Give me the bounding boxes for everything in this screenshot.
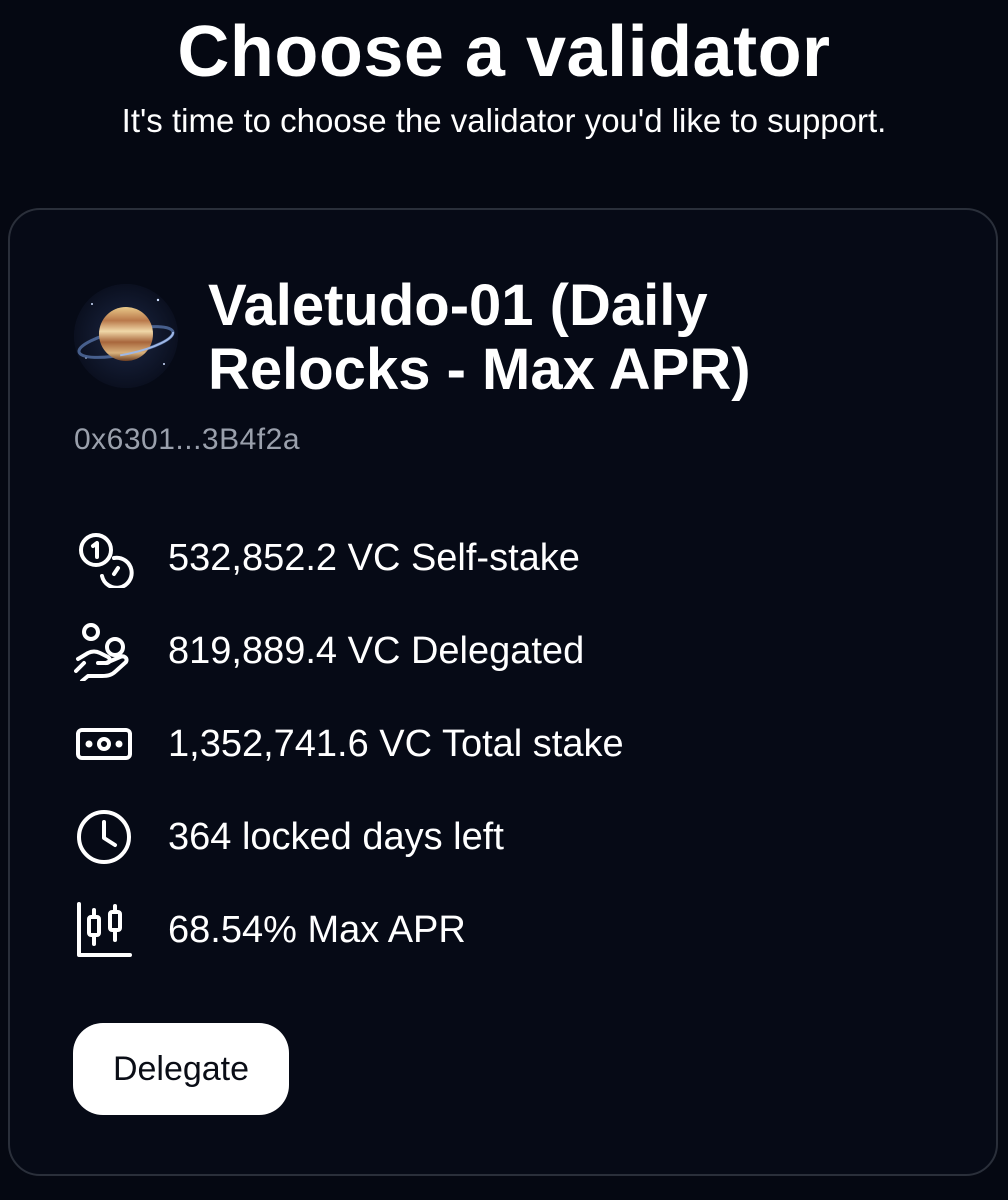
hand-coins-icon xyxy=(74,621,134,681)
choose-validator-page: Choose a validator It's time to choose t… xyxy=(0,0,1008,1200)
validator-name: Valetudo-01 (Daily Relocks - Max APR) xyxy=(208,273,751,402)
stat-max-apr: 68.54% Max APR xyxy=(74,900,466,960)
candlestick-chart-icon xyxy=(74,900,134,960)
stat-label: 68.54% Max APR xyxy=(168,909,466,951)
validator-address: 0x6301...3B4f2a xyxy=(74,423,301,456)
stat-self-stake: 532,852.2 VC Self-stake xyxy=(74,528,580,588)
stat-total-stake: 1,352,741.6 VC Total stake xyxy=(74,714,624,774)
stat-locked-days: 364 locked days left xyxy=(74,807,504,867)
validator-card: Valetudo-01 (Daily Relocks - Max APR) 0x… xyxy=(8,208,998,1176)
coins-icon xyxy=(74,528,134,588)
stat-label: 1,352,741.6 VC Total stake xyxy=(168,723,624,765)
stat-label: 364 locked days left xyxy=(168,816,504,858)
clock-icon xyxy=(74,807,134,867)
stat-delegated: 819,889.4 VC Delegated xyxy=(74,621,584,681)
banknote-icon xyxy=(74,714,134,774)
stat-label: 532,852.2 VC Self-stake xyxy=(168,537,580,579)
planet-avatar-icon xyxy=(74,284,178,388)
delegate-button[interactable]: Delegate xyxy=(73,1023,289,1115)
page-subtitle: It's time to choose the validator you'd … xyxy=(121,102,887,139)
stat-label: 819,889.4 VC Delegated xyxy=(168,630,585,672)
page-title: Choose a validator xyxy=(177,12,831,92)
